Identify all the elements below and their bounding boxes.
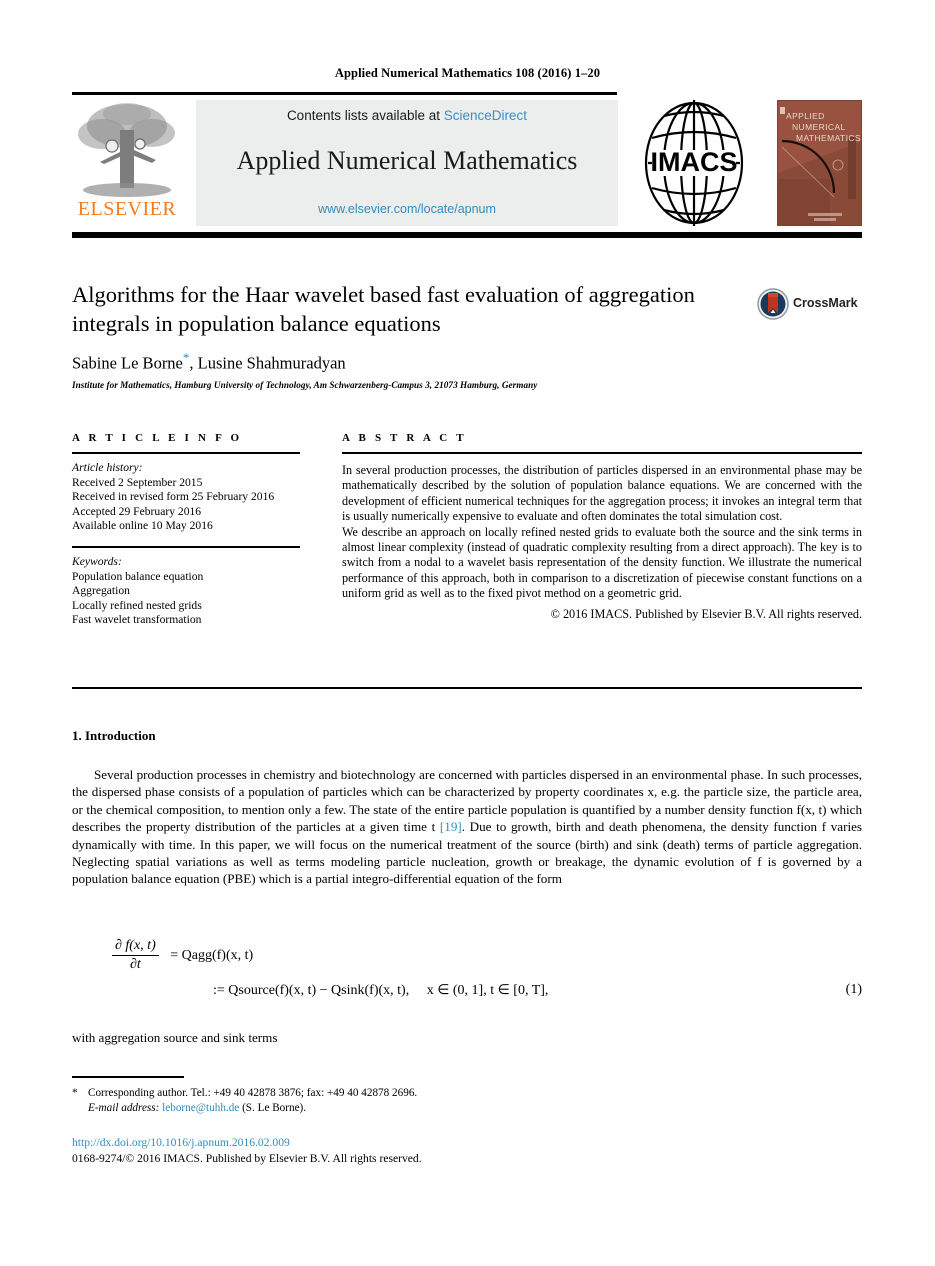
introduction-paragraph: Several production processes in chemistr… <box>72 766 862 888</box>
journal-cover-thumbnail: APPLIED NUMERICAL MATHEMATICS <box>777 100 862 226</box>
equation-line-1: ∂ f(x, t) ∂t = Qagg(f)(x, t) <box>72 938 862 978</box>
crossmark-label: CrossMark <box>793 296 858 310</box>
svg-text:IMACS: IMACS <box>651 147 738 177</box>
footnote-corresponding-text: Corresponding author. Tel.: +49 40 42878… <box>88 1087 418 1099</box>
keyword-item: Population balance equation <box>72 569 204 583</box>
masthead-bottom-bar <box>72 232 862 238</box>
abstract-paragraph: We describe an approach on locally refin… <box>342 524 862 601</box>
abstract-column: A B S T R A C T In several production pr… <box>342 432 862 622</box>
equation-1: ∂ f(x, t) ∂t = Qagg(f)(x, t) := Qsource(… <box>72 938 862 999</box>
contents-prefix: Contents lists available at <box>286 108 444 123</box>
article-history-label: Article history: <box>72 461 143 474</box>
running-head: Applied Numerical Mathematics 108 (2016)… <box>334 66 601 80</box>
article-history: Article history: Received 2 September 20… <box>72 461 300 534</box>
elsevier-tree-icon <box>78 103 175 197</box>
paper-page: Applied Numerical Mathematics 108 (2016)… <box>0 0 935 1266</box>
author-list: Sabine Le Borne*, Lusine Shahmuradyan <box>72 350 772 374</box>
citation-link-19[interactable]: [19] <box>440 819 462 834</box>
journal-url-link[interactable]: www.elsevier.com/locate/apnum <box>196 202 618 216</box>
cover-art: APPLIED NUMERICAL MATHEMATICS <box>778 101 861 225</box>
affiliation: Institute for Mathematics, Hamburg Unive… <box>72 380 538 390</box>
keyword-item: Aggregation <box>72 584 130 598</box>
equation-fraction: ∂ f(x, t) ∂t <box>112 938 159 973</box>
author-rest: , Lusine Shahmuradyan <box>189 353 346 373</box>
equation-denominator: ∂t <box>112 955 159 973</box>
masthead-top-rule <box>72 92 617 95</box>
abstract-body: In several production processes, the dis… <box>342 463 862 622</box>
email-link[interactable]: leborne@tuhh.de <box>162 1102 239 1114</box>
issn-copyright-line: 0168-9274/© 2016 IMACS. Published by Els… <box>72 1152 422 1165</box>
equation-line-2: := Qsource(f)(x, t) − Qsink(f)(x, t), x … <box>72 982 862 999</box>
crossmark-badge-icon <box>757 288 789 320</box>
abstract-heading: A B S T R A C T <box>342 432 467 444</box>
footnote-rule <box>72 1076 184 1078</box>
section-heading-introduction: 1. Introduction <box>72 728 156 743</box>
author-first: Sabine Le Borne <box>72 353 183 373</box>
keyword-item: Locally refined nested grids <box>72 598 202 612</box>
equation-domain: x ∈ (0, 1], t ∈ [0, T], <box>426 983 549 998</box>
equation-rhs-body: Qagg(f)(x, t) <box>181 947 254 963</box>
keywords-label: Keywords: <box>72 554 122 568</box>
svg-text:MATHEMATICS: MATHEMATICS <box>796 133 861 143</box>
history-item: Received 2 September 2015 <box>72 475 203 489</box>
sciencedirect-link[interactable]: ScienceDirect <box>444 108 527 123</box>
footnote-block: * Corresponding author. Tel.: +49 40 4287… <box>72 1086 592 1116</box>
svg-text:NUMERICAL: NUMERICAL <box>792 122 846 132</box>
equation-equals: = <box>170 947 179 963</box>
body-top-rule <box>72 687 862 689</box>
imacs-globe-icon: IMACS <box>644 100 744 226</box>
contents-line: Contents lists available at ScienceDirec… <box>196 108 618 123</box>
footnote-star: * <box>72 1087 78 1099</box>
history-item: Available online 10 May 2016 <box>72 519 213 533</box>
equation-numerator: ∂ f(x, t) <box>115 938 156 953</box>
history-item: Accepted 29 February 2016 <box>72 504 202 518</box>
article-info-rule <box>72 452 300 454</box>
equation-line2-body: Qsource(f)(x, t) − Qsink(f)(x, t), <box>228 983 410 998</box>
abstract-rule <box>342 452 862 454</box>
article-info-column: A R T I C L E I N F O Article history: R… <box>72 432 300 628</box>
email-address-label: E-mail address: <box>88 1102 160 1114</box>
crossmark-badge[interactable]: CrossMark <box>757 288 865 322</box>
keywords-rule <box>72 545 300 548</box>
journal-masthead: ELSEVIER Contents lists available at Sci… <box>72 98 862 230</box>
abstract-paragraph: In several production processes, the dis… <box>342 463 862 524</box>
equation-rhs-1: = Qagg(f)(x, t) <box>170 948 253 964</box>
article-info-heading: A R T I C L E I N F O <box>72 432 243 444</box>
equation-assign: := <box>213 983 225 998</box>
keyword-item: Fast wavelet transformation <box>72 613 202 627</box>
elsevier-logo[interactable]: ELSEVIER <box>72 98 182 228</box>
svg-text:APPLIED: APPLIED <box>786 111 825 121</box>
journal-banner: Contents lists available at ScienceDirec… <box>196 100 618 226</box>
page-title: Algorithms for the Haar wavelet based fa… <box>72 282 695 336</box>
keywords-block: Keywords: Population balance equation Ag… <box>72 555 300 628</box>
footnote-email-line: E-mail address: leborne@tuhh.de (S. Le B… <box>72 1101 592 1116</box>
equation-number: (1) <box>845 982 862 997</box>
journal-title: Applied Numerical Mathematics <box>236 146 578 175</box>
after-equation-text: with aggregation source and sink terms <box>72 1030 278 1045</box>
footnote-corresponding-line: * Corresponding author. Tel.: +49 40 4287… <box>72 1086 592 1101</box>
abstract-copyright: © 2016 IMACS. Published by Elsevier B.V.… <box>550 606 862 621</box>
doi-link[interactable]: http://dx.doi.org/10.1016/j.apnum.2016.0… <box>72 1136 290 1149</box>
history-item: Received in revised form 25 February 201… <box>72 490 275 504</box>
email-owner: (S. Le Borne). <box>242 1102 307 1114</box>
elsevier-wordmark: ELSEVIER <box>77 198 177 220</box>
